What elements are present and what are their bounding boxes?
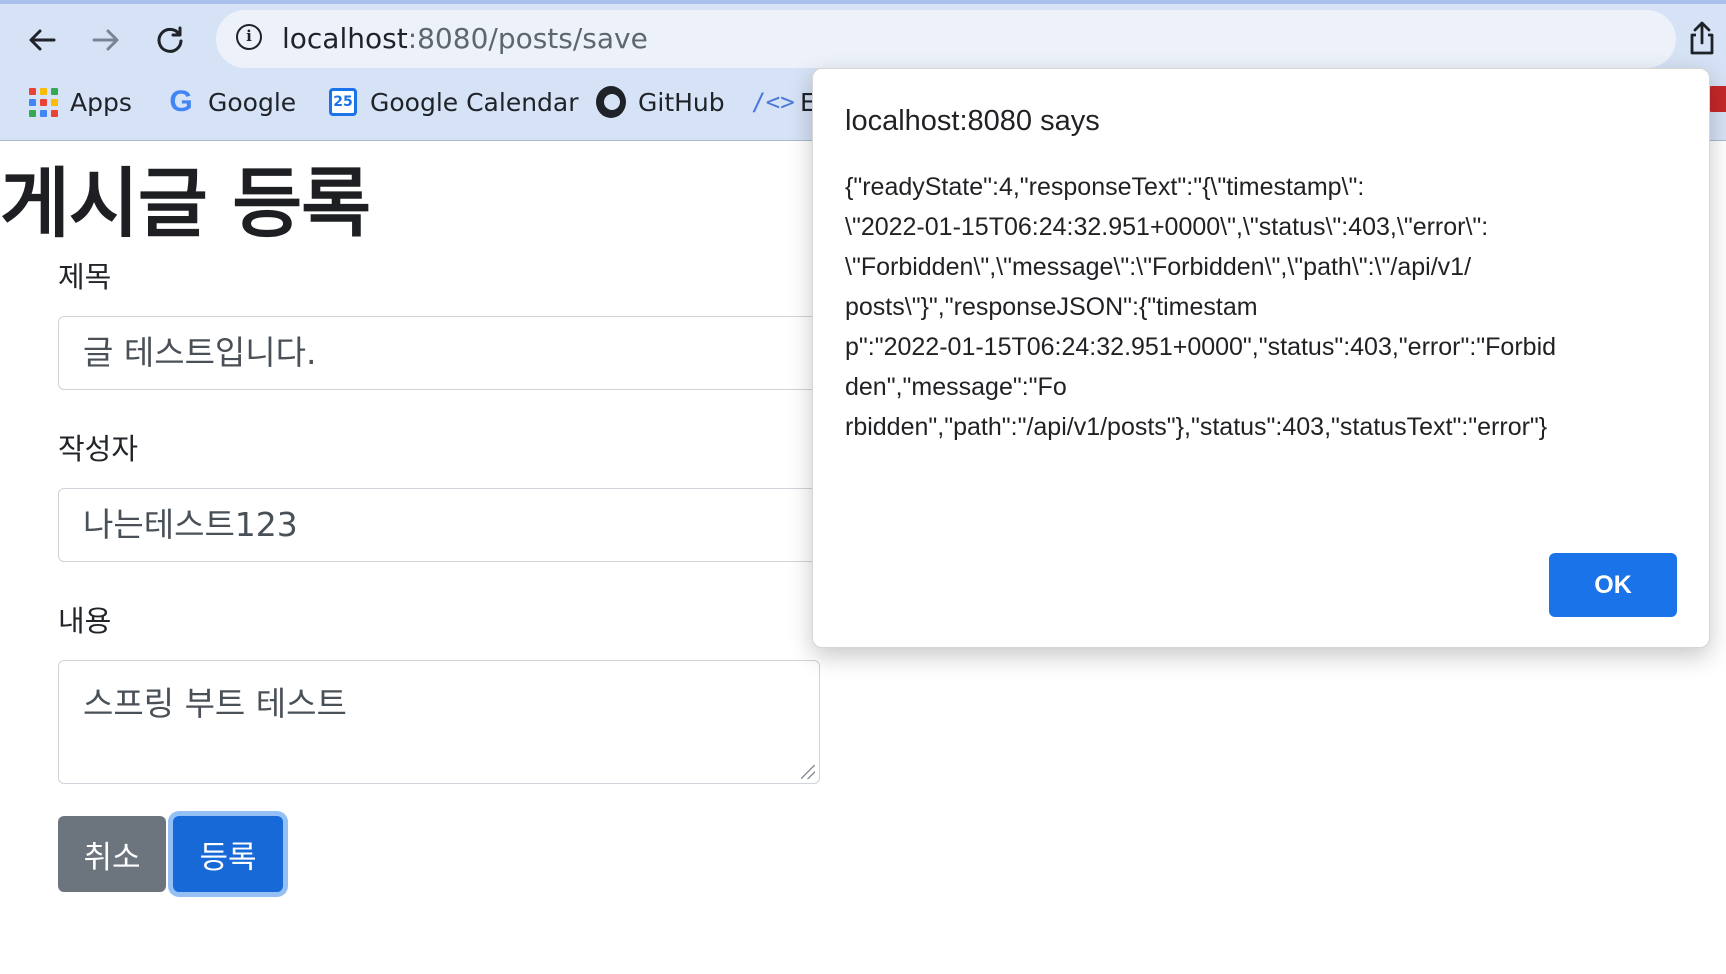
bookmark-label: Google Calendar bbox=[370, 87, 579, 117]
title-label: 제목 bbox=[58, 260, 112, 294]
dialog-message-line: den","message":"Fo bbox=[845, 373, 1067, 401]
bookmark-code[interactable]: /<> E bbox=[751, 84, 815, 120]
site-info-icon[interactable]: i bbox=[236, 24, 262, 50]
address-bar[interactable]: i localhost:8080/posts/save bbox=[216, 10, 1676, 68]
forward-button[interactable] bbox=[84, 18, 128, 62]
content-textarea[interactable]: 스프링 부트 테스트 bbox=[58, 660, 820, 784]
code-icon: /<> bbox=[751, 88, 795, 116]
dialog-message-line: \"2022-01-15T06:24:32.951+0000\",\"statu… bbox=[845, 213, 1489, 241]
calendar-icon: 25 bbox=[328, 87, 358, 117]
apps-grid-icon bbox=[28, 87, 58, 117]
tab-strip-edge bbox=[0, 0, 1726, 4]
ok-button[interactable]: OK bbox=[1549, 553, 1677, 617]
content-text: 스프링 부트 테스트 bbox=[83, 684, 347, 723]
bookmark-label: GitHub bbox=[638, 87, 725, 117]
dialog-message-line: posts\"}","responseJSON":{"timestam bbox=[845, 293, 1258, 321]
url-text[interactable]: localhost:8080/posts/save bbox=[282, 22, 648, 55]
resize-grip-icon[interactable] bbox=[801, 765, 815, 779]
dialog-message-line: p":"2022-01-15T06:24:32.951+0000","statu… bbox=[845, 333, 1557, 361]
bookmark-apps[interactable]: Apps bbox=[28, 84, 132, 120]
author-input[interactable]: 나는테스트123 bbox=[58, 488, 820, 562]
title-input[interactable]: 글 테스트입니다. bbox=[58, 316, 820, 390]
github-icon bbox=[596, 86, 626, 118]
bookmark-google-calendar[interactable]: 25 Google Calendar bbox=[328, 84, 579, 120]
url-host: localhost bbox=[282, 22, 408, 55]
bookmark-google[interactable]: G Google bbox=[166, 84, 296, 120]
dialog-title: localhost:8080 says bbox=[845, 105, 1100, 137]
back-button[interactable] bbox=[20, 18, 64, 62]
save-button[interactable]: 등록 bbox=[173, 816, 283, 892]
page-title: 게시글 등록 bbox=[0, 159, 371, 248]
dialog-message-line: \"Forbidden\",\"message\":\"Forbidden\",… bbox=[845, 253, 1472, 281]
google-icon: G bbox=[169, 85, 193, 118]
reload-icon bbox=[157, 26, 183, 53]
bookmark-label: Apps bbox=[70, 87, 132, 117]
bookmark-github[interactable]: GitHub bbox=[596, 84, 725, 120]
forward-arrow-icon bbox=[92, 29, 119, 51]
back-arrow-icon bbox=[29, 29, 56, 51]
bookmark-label: Google bbox=[208, 87, 297, 117]
author-label: 작성자 bbox=[58, 432, 139, 466]
cancel-button[interactable]: 취소 bbox=[58, 816, 166, 892]
dialog-message-line: rbidden","path":"/api/v1/posts"},"status… bbox=[845, 413, 1548, 441]
url-path: :8080/posts/save bbox=[407, 22, 648, 55]
calendar-icon-date: 25 bbox=[329, 88, 357, 116]
dialog-message-line: {"readyState":4,"responseText":"{\"times… bbox=[845, 173, 1365, 201]
dialog-message: {"readyState":4,"responseText":"{\"times… bbox=[845, 167, 1685, 447]
reload-button[interactable] bbox=[148, 18, 192, 62]
share-icon[interactable] bbox=[1686, 20, 1718, 56]
content-label: 내용 bbox=[58, 604, 112, 638]
alert-dialog: localhost:8080 says {"readyState":4,"res… bbox=[812, 68, 1710, 648]
